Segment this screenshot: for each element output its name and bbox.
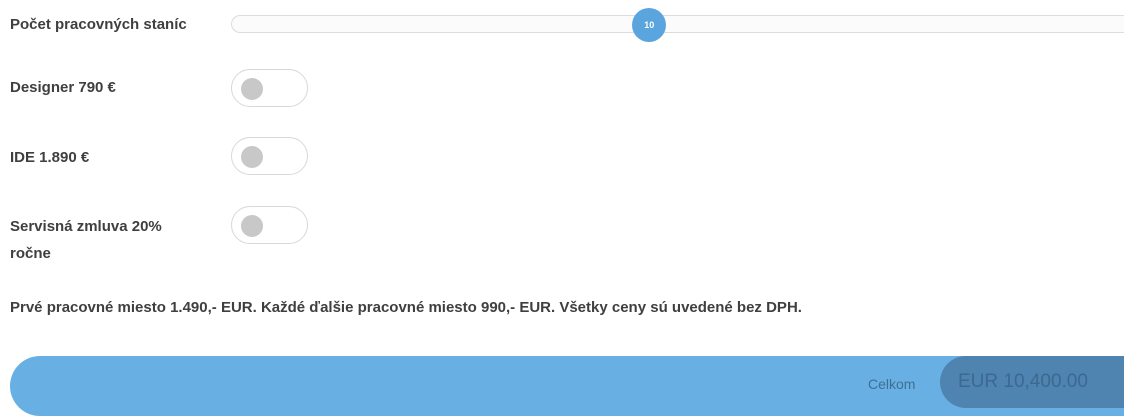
- designer-label: Designer 790 €: [10, 79, 116, 96]
- designer-toggle[interactable]: [231, 69, 308, 107]
- toggle-knob: [241, 215, 263, 237]
- service-contract-label: Servisná zmluva 20% ročne: [10, 218, 162, 262]
- total-label: Celkom: [868, 376, 916, 392]
- stations-label: Počet pracovných staníc: [10, 16, 187, 33]
- toggle-knob: [241, 146, 263, 168]
- total-value: EUR 10,400.00: [940, 356, 1124, 408]
- pricing-note: Prvé pracovné miesto 1.490,- EUR. Každé …: [10, 299, 802, 316]
- ide-label: IDE 1.890 €: [10, 149, 90, 166]
- stations-slider-thumb[interactable]: 10: [632, 8, 667, 42]
- stations-value: 10: [644, 20, 655, 30]
- toggle-knob: [241, 78, 263, 100]
- service-contract-toggle[interactable]: [231, 206, 308, 244]
- ide-toggle[interactable]: [231, 137, 308, 175]
- stations-slider-track[interactable]: [231, 15, 1124, 33]
